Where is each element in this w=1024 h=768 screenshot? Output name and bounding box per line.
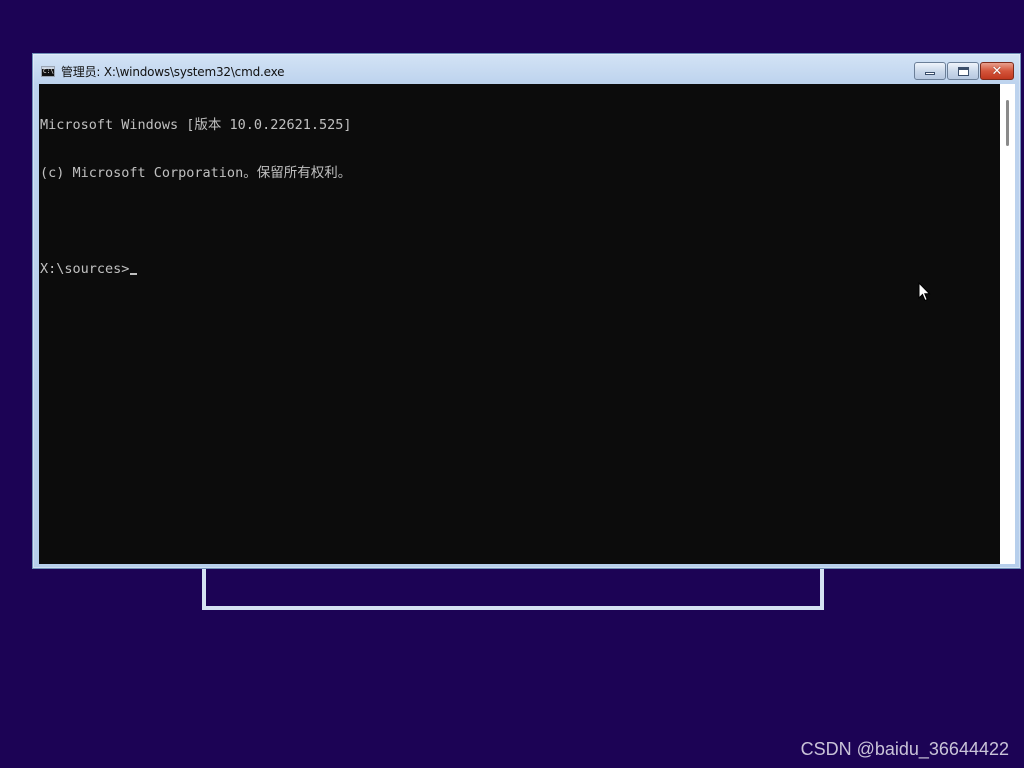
cmd-icon[interactable] <box>41 66 55 77</box>
maximize-button[interactable] <box>947 62 979 80</box>
minimize-button[interactable] <box>914 62 946 80</box>
text-cursor <box>130 273 138 275</box>
close-button[interactable]: ✕ <box>980 62 1014 80</box>
console-prompt-line[interactable]: X:\sources> <box>40 261 351 277</box>
cmd-window[interactable]: 管理员: X:\windows\system32\cmd.exe ✕ Micro… <box>32 53 1021 569</box>
title-bar[interactable]: 管理员: X:\windows\system32\cmd.exe ✕ <box>33 54 1020 84</box>
console-text: Microsoft Windows [版本 10.0.22621.525] (c… <box>40 85 351 309</box>
console-line-blank <box>40 213 351 229</box>
scrollbar-thumb[interactable] <box>1006 100 1009 146</box>
maximize-icon <box>957 66 969 76</box>
command-prompt: X:\sources> <box>40 261 130 277</box>
close-icon: ✕ <box>991 63 1003 79</box>
mouse-pointer-icon <box>918 282 931 302</box>
console-line-copyright: (c) Microsoft Corporation。保留所有权利。 <box>40 165 352 181</box>
watermark-text: CSDN @baidu_36644422 <box>800 739 1009 759</box>
window-title: 管理员: X:\windows\system32\cmd.exe <box>61 65 285 79</box>
console-output[interactable]: Microsoft Windows [版本 10.0.22621.525] (c… <box>39 84 1000 564</box>
minimize-icon <box>925 72 935 75</box>
console-line-version: Microsoft Windows [版本 10.0.22621.525] <box>40 117 352 133</box>
vertical-scrollbar[interactable] <box>1000 84 1015 564</box>
